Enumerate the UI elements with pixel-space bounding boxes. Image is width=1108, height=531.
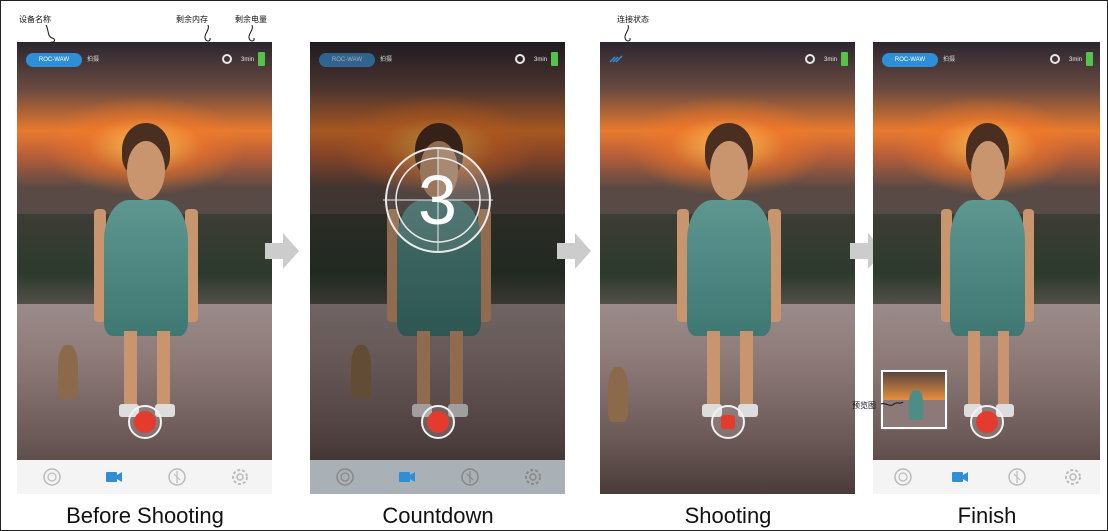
device-name-button[interactable]: ROC-WAW xyxy=(26,53,82,67)
arrow-right-icon xyxy=(557,233,591,269)
camera-top-bar: ROC-WAW 拍摄 3min xyxy=(17,42,272,76)
phone-screen-shooting: 3min xyxy=(600,42,855,494)
annotation-pointer xyxy=(248,24,255,42)
arrow-right-icon xyxy=(265,233,299,269)
memory-icon xyxy=(515,54,525,64)
annotation-pointer xyxy=(624,24,631,42)
record-button[interactable] xyxy=(420,405,455,439)
remaining-memory-text: 3min xyxy=(240,57,254,63)
subject-dress xyxy=(103,200,188,336)
thumb-subject xyxy=(909,390,923,420)
device-name-button[interactable]: ROC-WAW xyxy=(882,53,938,67)
stop-record-button[interactable] xyxy=(710,405,745,439)
video-camera-icon[interactable] xyxy=(950,467,970,487)
annotation-pointer xyxy=(880,401,904,406)
device-name-button[interactable]: ROC-WAW xyxy=(319,53,375,67)
subject-dress xyxy=(686,200,771,336)
effects-icon[interactable] xyxy=(1007,467,1027,487)
record-dot-icon xyxy=(426,411,449,433)
mode-label: 拍摄 xyxy=(943,57,956,63)
record-dot-icon xyxy=(133,411,156,433)
record-button[interactable] xyxy=(127,405,162,439)
phone-screen-countdown: ROC-WAW 拍摄 3min 3 xyxy=(310,42,565,494)
scene-dog xyxy=(607,367,629,422)
settings-icon[interactable] xyxy=(1063,467,1083,487)
mode-label: 拍摄 xyxy=(380,57,393,63)
bottom-tab-bar xyxy=(873,460,1100,494)
video-camera-icon[interactable] xyxy=(104,467,124,487)
subject-leg xyxy=(707,331,720,409)
camera-top-bar: ROC-WAW 拍摄 3min xyxy=(873,42,1100,76)
camera-top-bar: ROC-WAW 拍摄 3min xyxy=(310,42,565,76)
subject-leg xyxy=(157,331,170,409)
link-icon xyxy=(609,55,623,63)
video-camera-icon[interactable] xyxy=(397,467,417,487)
annotation-preview-image: 预览图 xyxy=(852,401,876,410)
subject-leg xyxy=(997,331,1010,409)
subject-leg xyxy=(740,331,753,409)
subject-leg xyxy=(124,331,137,409)
record-dot-icon xyxy=(975,411,998,433)
remaining-memory-text: 3min xyxy=(823,57,837,63)
subject-dress xyxy=(950,200,1026,336)
countdown-overlay: 3 xyxy=(382,145,493,255)
battery-icon xyxy=(1086,52,1093,66)
annotation-pointer xyxy=(45,24,55,43)
gallery-icon[interactable] xyxy=(42,467,62,487)
remaining-memory-text: 3min xyxy=(1068,57,1082,63)
battery-icon xyxy=(841,52,848,66)
phone-screen-before-shooting: ROC-WAW 拍摄 3min xyxy=(17,42,272,494)
effects-icon[interactable] xyxy=(460,467,480,487)
record-button[interactable] xyxy=(969,405,1004,439)
subject-head xyxy=(970,141,1005,201)
camera-top-bar: 3min xyxy=(600,42,855,76)
annotation-pointer xyxy=(204,24,211,42)
settings-icon[interactable] xyxy=(523,467,543,487)
gallery-icon[interactable] xyxy=(893,467,913,487)
subject-head xyxy=(126,141,165,201)
subject-leg xyxy=(968,331,980,409)
phone-screen-finish: ROC-WAW 拍摄 3min xyxy=(873,42,1100,494)
step-caption: Shooting xyxy=(684,503,772,528)
step-caption: Before Shooting xyxy=(66,503,224,528)
bottom-tab-bar xyxy=(310,460,565,494)
settings-icon[interactable] xyxy=(230,467,250,487)
memory-icon xyxy=(805,54,815,64)
remaining-memory-text: 3min xyxy=(533,57,547,63)
mode-label: 拍摄 xyxy=(87,57,100,63)
bottom-tab-bar xyxy=(17,460,272,494)
effects-icon[interactable] xyxy=(167,467,187,487)
battery-icon xyxy=(258,52,265,66)
step-caption: Finish xyxy=(957,503,1017,528)
step-caption: Countdown xyxy=(382,503,494,528)
subject-head xyxy=(709,141,748,201)
gallery-icon[interactable] xyxy=(335,467,355,487)
memory-icon xyxy=(222,54,232,64)
battery-icon xyxy=(551,52,558,66)
stop-square-icon xyxy=(720,415,735,429)
memory-icon xyxy=(1050,54,1060,64)
scene-dog xyxy=(57,344,79,400)
countdown-number: 3 xyxy=(418,161,457,239)
